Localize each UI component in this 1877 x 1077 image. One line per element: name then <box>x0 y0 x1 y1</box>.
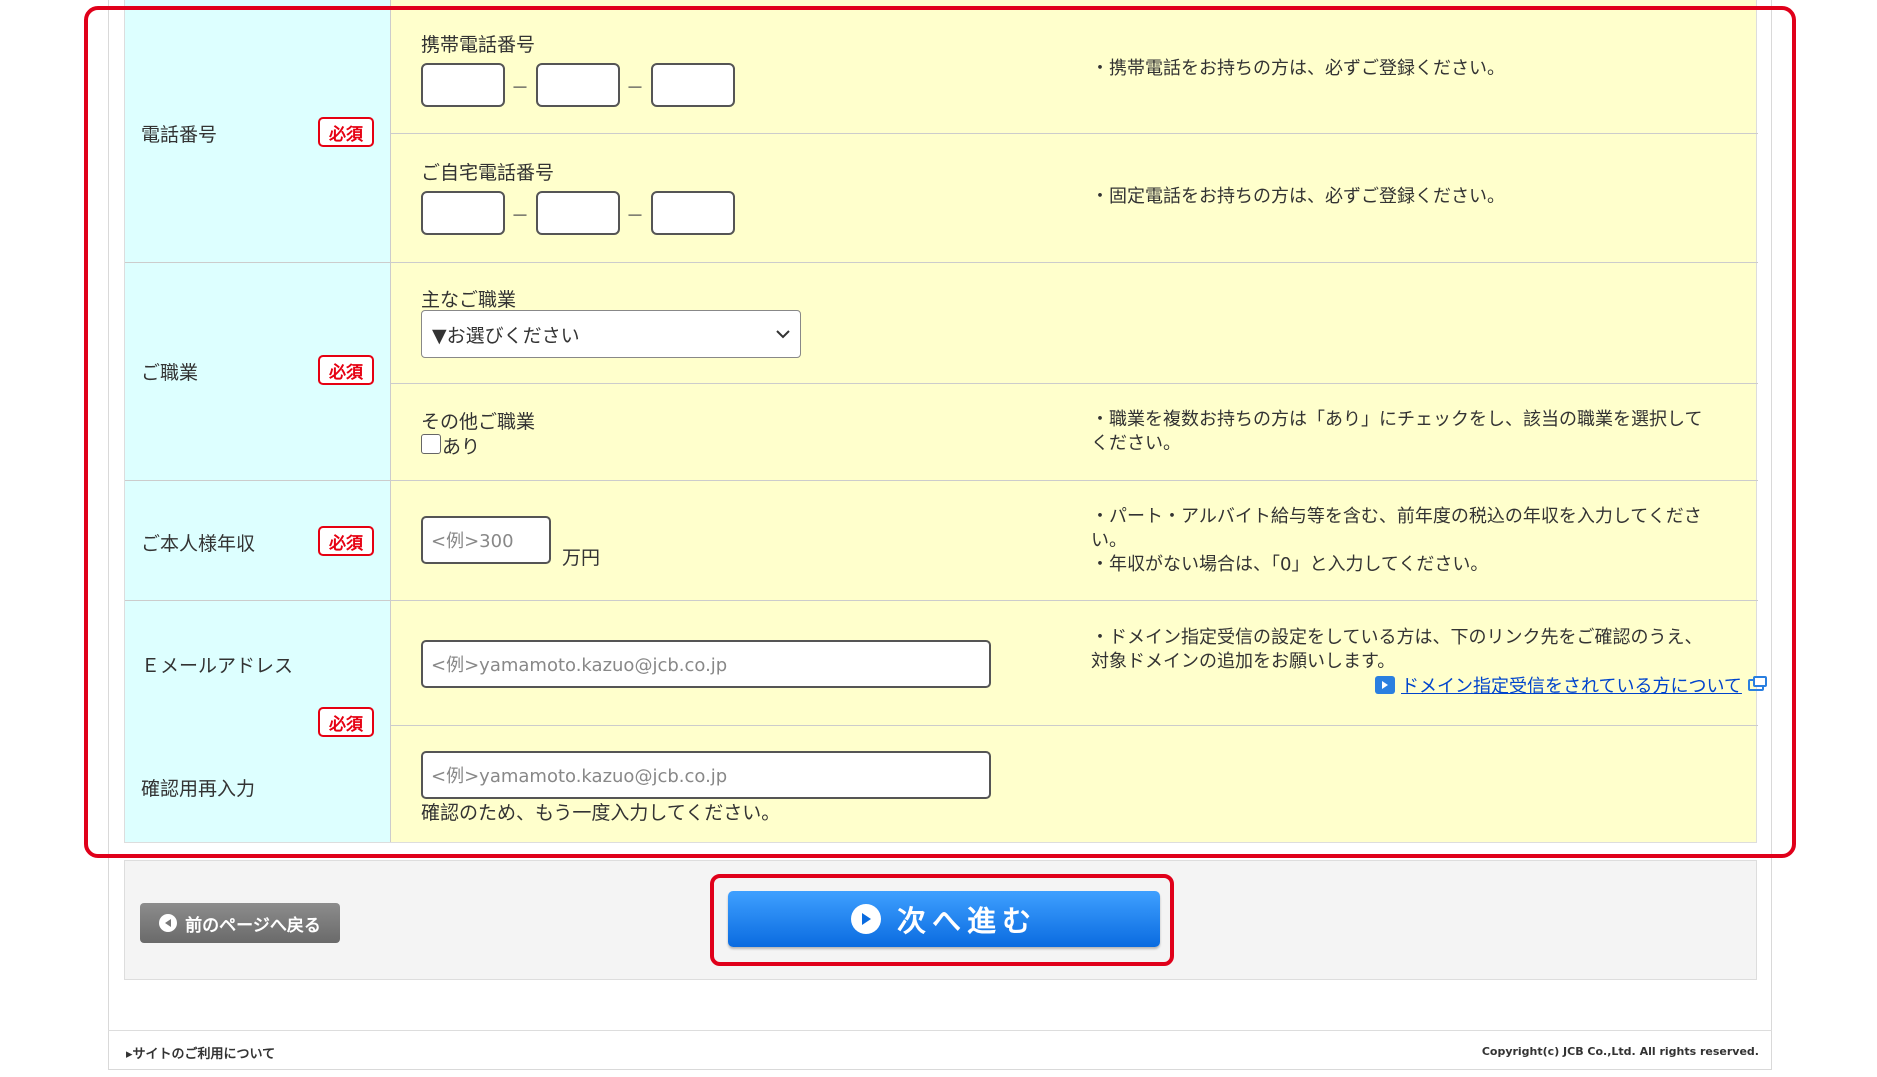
required-badge: 必須 <box>318 355 374 385</box>
mobile-phone-part3-input[interactable] <box>651 63 735 107</box>
note-line: ・パート・アルバイト給与等を含む、前年度の税込の年収を入力してくださ <box>1091 506 1702 527</box>
dash: － <box>626 78 644 99</box>
main-occupation-label: 主なご職業 <box>421 289 517 311</box>
back-button[interactable]: 前のページへ戻る <box>140 903 340 943</box>
note-line: ください。 <box>1091 433 1181 454</box>
site-usage-link[interactable]: ▸サイトのご利用について <box>126 1043 275 1062</box>
divider <box>125 600 1758 601</box>
note-line: ・職業を複数お持ちの方は「あり」にチェックをし、該当の職業を選択して <box>1091 409 1703 430</box>
application-form: 電話番号 必須 携帯電話番号 － － ・携帯電話をお持ちの方は、必ずご登録くださ… <box>124 0 1767 843</box>
next-button[interactable]: 次へ進む <box>728 891 1160 947</box>
required-badge: 必須 <box>318 707 374 737</box>
mobile-phone-part2-input[interactable] <box>536 63 620 107</box>
email-label: Ｅメールアドレス <box>141 655 294 677</box>
email-confirm-note: 確認のため、もう一度入力してください。 <box>421 802 781 824</box>
note-line: い。 <box>1091 530 1127 551</box>
occupation-label: ご職業 <box>141 362 199 384</box>
home-phone-label: ご自宅電話番号 <box>421 162 555 184</box>
note-line: ・ドメイン指定受信の設定をしている方は、下のリンク先をご確認のうえ、 <box>1091 627 1703 648</box>
phone-label: 電話番号 <box>141 124 218 146</box>
back-button-label: 前のページへ戻る <box>185 915 321 936</box>
back-arrow-icon <box>159 914 178 932</box>
main-occupation-select[interactable]: ▼お選びください <box>421 310 801 358</box>
dash: － <box>511 206 529 227</box>
next-button-label: 次へ進む <box>896 904 1037 938</box>
mobile-phone-part1-input[interactable] <box>421 63 505 107</box>
dash: － <box>511 78 529 99</box>
domain-help-link-text[interactable]: ドメイン指定受信をされている方について <box>1401 672 1742 698</box>
navigation-bar: 前のページへ戻る 次へ進む <box>124 860 1757 980</box>
required-badge: 必須 <box>318 117 374 147</box>
income-label: ご本人様年収 <box>141 533 256 555</box>
domain-help-link[interactable]: ドメイン指定受信をされている方について <box>1375 672 1767 698</box>
dash: － <box>626 206 644 227</box>
note-line: 対象ドメインの追加をお願いします。 <box>1091 651 1396 672</box>
divider <box>391 725 1758 726</box>
email-note: ・ドメイン指定受信の設定をしている方は、下のリンク先をご確認のうえ、 対象ドメイ… <box>1091 626 1702 674</box>
copyright: Copyright(c) JCB Co.,Ltd. All rights res… <box>1481 1045 1759 1058</box>
home-phone-part3-input[interactable] <box>651 191 735 235</box>
email-input[interactable]: <例>yamamoto.kazuo@jcb.co.jp <box>421 640 991 688</box>
footer-divider <box>108 1030 1772 1031</box>
select-value: ▼お選びください <box>432 324 580 347</box>
divider <box>391 133 1758 134</box>
note-line: ・年収がない場合は、「0」と入力してください。 <box>1091 554 1489 575</box>
home-phone-part2-input[interactable] <box>536 191 620 235</box>
home-phone-part1-input[interactable] <box>421 191 505 235</box>
mobile-phone-label: 携帯電話番号 <box>421 34 536 56</box>
income-unit: 万円 <box>562 547 601 569</box>
play-icon <box>1375 676 1395 694</box>
other-occupation-label: その他ご職業 <box>421 411 536 433</box>
email-confirm-label: 確認用再入力 <box>141 778 256 800</box>
mobile-phone-note: ・携帯電話をお持ちの方は、必ずご登録ください。 <box>1091 58 1505 79</box>
external-window-icon <box>1747 676 1767 691</box>
divider <box>125 480 1758 481</box>
income-input[interactable]: <例>300 <box>421 516 551 564</box>
home-phone-note: ・固定電話をお持ちの方は、必ずご登録ください。 <box>1091 186 1505 207</box>
income-note: ・パート・アルバイト給与等を含む、前年度の税込の年収を入力してくださ い。 ・年… <box>1091 505 1702 577</box>
email-confirm-input[interactable]: <例>yamamoto.kazuo@jcb.co.jp <box>421 751 991 799</box>
divider <box>125 262 1758 263</box>
occupation-note: ・職業を複数お持ちの方は「あり」にチェックをし、該当の職業を選択して ください。 <box>1091 408 1702 456</box>
other-occupation-checkbox[interactable] <box>421 434 441 454</box>
divider <box>391 383 1758 384</box>
required-badge: 必須 <box>318 526 374 556</box>
chevron-down-icon <box>776 330 790 339</box>
checkbox-label[interactable]: あり <box>442 432 480 459</box>
next-arrow-icon <box>850 904 881 934</box>
